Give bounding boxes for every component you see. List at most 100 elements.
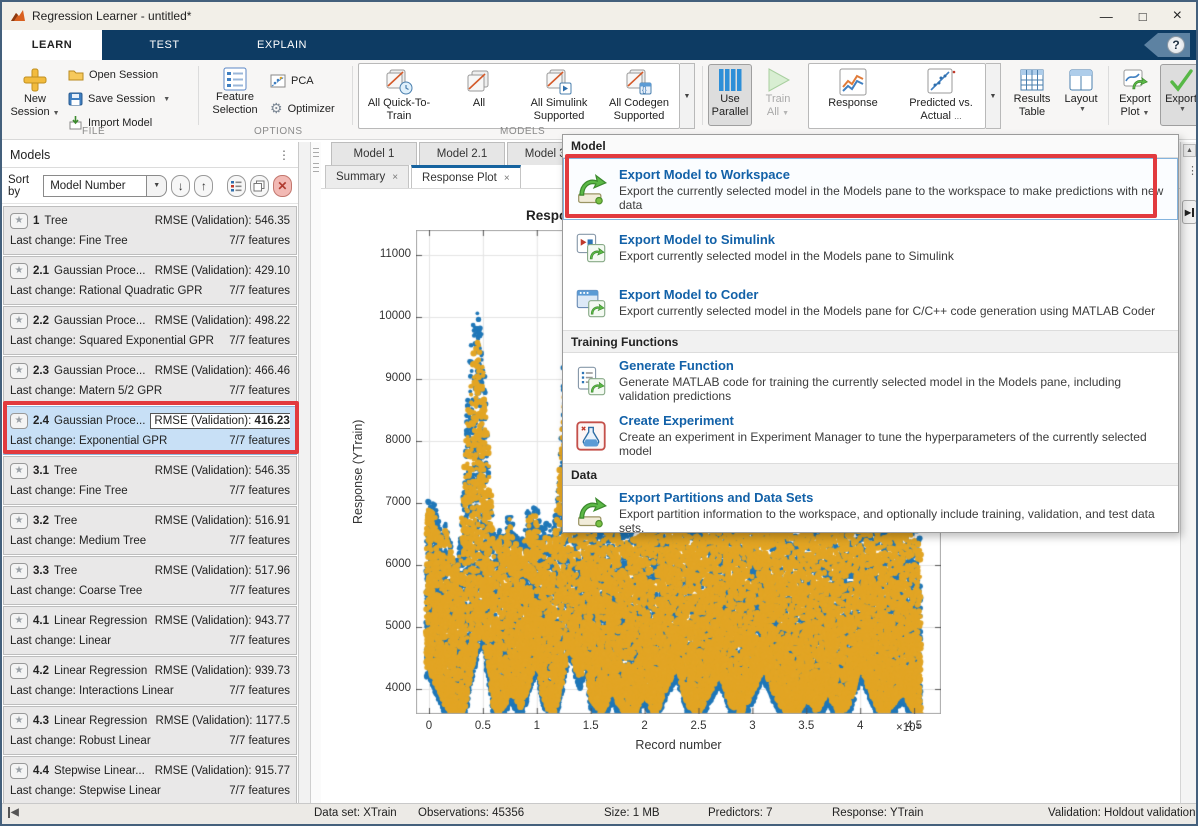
close-icon[interactable]: × (392, 172, 398, 183)
model-card-2-1[interactable]: ★2.1Gaussian Proce...RMSE (Validation): … (3, 256, 297, 305)
gallery-all-simulink-supported[interactable]: All SimulinkSupported (519, 64, 599, 128)
model-stack-icon (464, 67, 494, 97)
collapse-panel-button[interactable]: ◀ (8, 807, 19, 818)
expand-panel-button[interactable]: ▶ (1182, 200, 1197, 224)
menu-item-export-model-to-simulink[interactable]: Export Model to Simulink Export currentl… (563, 220, 1178, 275)
results-table-button[interactable]: Results Table (1008, 64, 1056, 126)
menu-section-model: Model (563, 135, 1178, 158)
export-plot-button[interactable]: Export Plot▼ (1112, 64, 1158, 126)
matlab-logo-icon (10, 9, 26, 23)
open-session-button[interactable]: Open Session (68, 68, 158, 81)
gallery-all-quick-to-train[interactable]: All Quick-To-Train (359, 64, 439, 128)
window-title: Regression Learner - untitled* (32, 9, 191, 23)
model-card-1[interactable]: ★1TreeRMSE (Validation): 546.35 Last cha… (3, 206, 297, 255)
sort-by-label: Sort by (8, 174, 39, 198)
strip-menu-icon[interactable]: ⋮ (1187, 164, 1198, 177)
tab-model-2-1[interactable]: Model 2.1 (419, 142, 505, 165)
file-section-label: FILE (82, 126, 105, 137)
favorite-star-icon[interactable]: ★ (10, 213, 28, 229)
favorite-star-icon[interactable]: ★ (10, 763, 28, 779)
gallery-predicted-vs-actual[interactable]: Predicted vs. Actual ... (897, 64, 985, 128)
menu-item-export-partitions[interactable]: Export Partitions and Data Sets Export p… (563, 486, 1178, 538)
model-card-3-3[interactable]: ★3.3TreeRMSE (Validation): 517.96 Last c… (3, 556, 297, 605)
dropdown-arrow-icon: ▼ (782, 110, 789, 117)
plots-gallery-dropdown-button[interactable]: ▼ (986, 63, 1001, 129)
scroll-up-icon[interactable]: ▲ (1183, 144, 1196, 157)
export-workspace-icon (575, 173, 607, 205)
close-button[interactable]: × (1173, 7, 1182, 25)
help-button[interactable]: ? (1167, 36, 1185, 54)
list-options-icon (230, 180, 242, 192)
favorite-star-icon[interactable]: ★ (10, 713, 28, 729)
save-session-button[interactable]: Save Session▼ (68, 92, 170, 106)
model-options-button[interactable] (227, 175, 246, 197)
gallery-response-plot[interactable]: Response (809, 64, 897, 128)
tab-model-1[interactable]: Model 1 (331, 142, 417, 165)
use-parallel-button[interactable]: Use Parallel (708, 64, 752, 126)
favorite-star-icon[interactable]: ★ (10, 663, 28, 679)
x-tick-label: 3.5 (791, 720, 821, 732)
favorite-star-icon[interactable]: ★ (10, 313, 28, 329)
play-icon (765, 67, 791, 93)
optimizer-button[interactable]: ⚙ Optimizer (270, 100, 335, 117)
tab-learn[interactable]: LEARN (2, 30, 102, 60)
menu-item-create-experiment[interactable]: Create Experiment Create an experiment i… (563, 408, 1178, 463)
sort-select[interactable]: Model Number ▼ (43, 175, 167, 197)
layout-button[interactable]: Layout ▼ (1058, 64, 1104, 126)
x-tick-label: 4 (845, 720, 875, 732)
model-card-2-3[interactable]: ★2.3Gaussian Proce...RMSE (Validation): … (3, 356, 297, 405)
x-axis-multiplier: ×10⁴ (896, 722, 920, 734)
export-plot-icon (1122, 67, 1148, 93)
favorite-star-icon[interactable]: ★ (10, 513, 28, 529)
favorite-star-icon[interactable]: ★ (10, 613, 28, 629)
sort-ascending-button[interactable]: ↑ (194, 175, 213, 197)
duplicate-model-button[interactable] (250, 175, 269, 197)
model-card-4-1[interactable]: ★4.1Linear RegressionRMSE (Validation): … (3, 606, 297, 655)
tab-explain[interactable]: EXPLAIN (227, 30, 337, 60)
plots-gallery: Response Predicted vs. Actual ... (808, 63, 986, 129)
model-card-2-4-selected[interactable]: ★2.4Gaussian Proce... RMSE (Validation):… (3, 406, 297, 455)
tab-summary[interactable]: Summary × (325, 165, 409, 188)
close-icon[interactable]: × (504, 173, 510, 184)
options-section-label: OPTIONS (254, 126, 303, 137)
status-response: Response: YTrain (832, 807, 923, 819)
tab-response-plot[interactable]: Response Plot × (411, 165, 521, 188)
panel-splitter[interactable] (311, 142, 321, 803)
import-model-button[interactable]: Import Model (68, 116, 152, 130)
maximize-button[interactable]: □ (1139, 9, 1147, 24)
feature-selection-button[interactable]: Feature Selection (206, 64, 264, 126)
favorite-star-icon[interactable]: ★ (10, 413, 28, 429)
models-panel-scrollbar[interactable] (299, 142, 311, 803)
export-button[interactable]: Export ▼ (1160, 64, 1198, 126)
gallery-all[interactable]: All (439, 64, 519, 128)
tab-test[interactable]: TEST (102, 30, 227, 60)
model-card-3-1[interactable]: ★3.1TreeRMSE (Validation): 546.35 Last c… (3, 456, 297, 505)
favorite-star-icon[interactable]: ★ (10, 263, 28, 279)
status-validation: Validation: Holdout validation with 25% … (1048, 807, 1198, 819)
favorite-star-icon[interactable]: ★ (10, 463, 28, 479)
models-gallery-dropdown-button[interactable]: ▼ (680, 63, 695, 129)
menu-item-export-model-to-workspace[interactable]: Export Model to Workspace Export the cur… (563, 158, 1178, 220)
dropdown-arrow-icon: ▼ (1179, 106, 1186, 113)
gallery-all-codegen-supported[interactable]: {} All CodegenSupported (599, 64, 679, 128)
model-card-4-4[interactable]: ★4.4Stepwise Linear...RMSE (Validation):… (3, 756, 297, 805)
menu-item-export-model-to-coder[interactable]: Export Model to Coder Export currently s… (563, 275, 1178, 330)
panel-menu-icon[interactable]: ⋮ (278, 148, 290, 162)
model-card-4-2[interactable]: ★4.2Linear RegressionRMSE (Validation): … (3, 656, 297, 705)
model-card-2-2[interactable]: ★2.2Gaussian Proce...RMSE (Validation): … (3, 306, 297, 355)
new-session-button[interactable]: New Session▼ (8, 64, 62, 126)
model-card-3-2[interactable]: ★3.2TreeRMSE (Validation): 516.91 Last c… (3, 506, 297, 555)
menu-item-generate-function[interactable]: Generate Function Generate MATLAB code f… (563, 353, 1178, 408)
duplicate-icon (253, 180, 265, 192)
minimize-button[interactable]: — (1100, 9, 1113, 24)
model-card-4-3[interactable]: ★4.3Linear RegressionRMSE (Validation): … (3, 706, 297, 755)
favorite-star-icon[interactable]: ★ (10, 363, 28, 379)
svg-text:{}: {} (642, 87, 647, 94)
delete-model-button[interactable]: ✕ (273, 175, 292, 197)
pca-button[interactable]: PCA (270, 74, 314, 88)
model-stack-codegen-icon: {} (624, 67, 654, 97)
y-tick-label: 4000 (369, 682, 411, 694)
sort-descending-button[interactable]: ↓ (171, 175, 190, 197)
favorite-star-icon[interactable]: ★ (10, 563, 28, 579)
feature-selection-icon (223, 67, 247, 91)
